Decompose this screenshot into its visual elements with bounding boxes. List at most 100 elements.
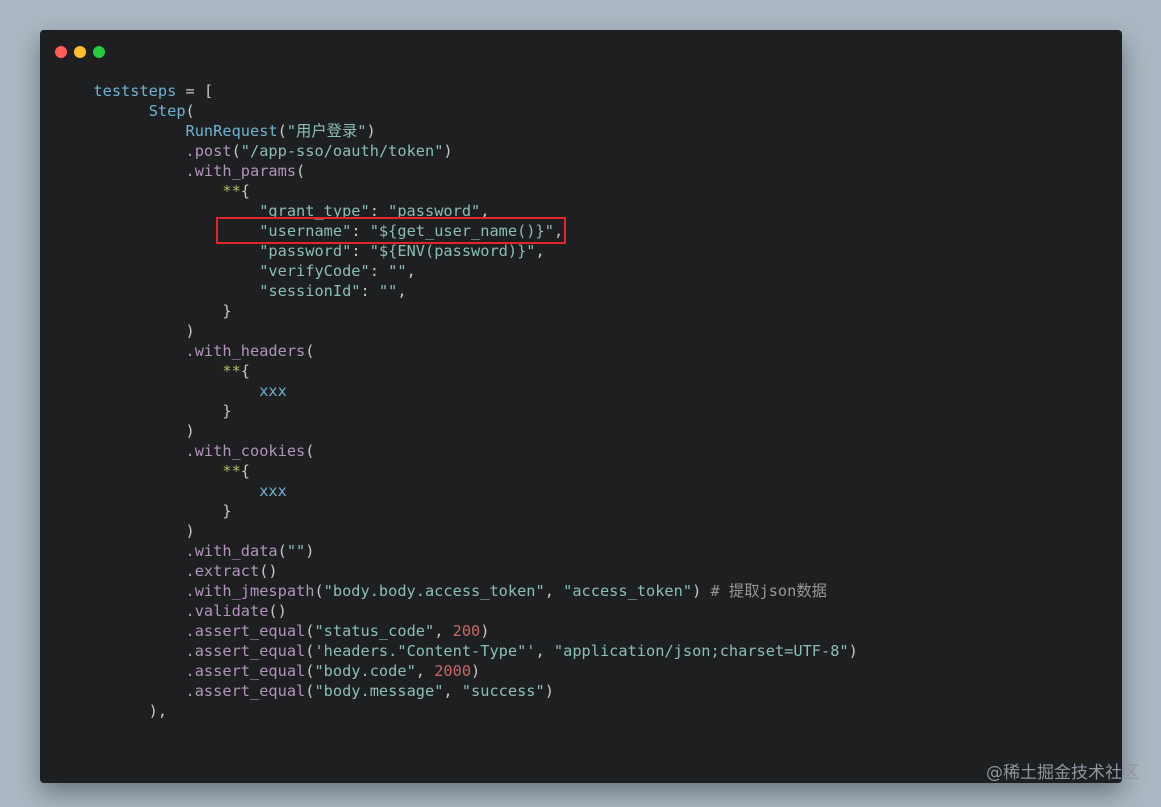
- code-line: }: [75, 501, 858, 521]
- code-line: RunRequest("用户登录"): [75, 121, 858, 141]
- code-token-string: "${ENV(password)}": [369, 242, 536, 260]
- close-dot-icon: [55, 46, 67, 58]
- code-token-string: "sessionId": [259, 282, 361, 300]
- code-line: .with_data(""): [75, 541, 858, 561]
- code-token-method: .assert_equal: [185, 642, 306, 660]
- code-line: .validate(): [75, 601, 858, 621]
- maximize-dot-icon: [93, 46, 105, 58]
- code-token: ,: [406, 262, 416, 280]
- code-token-string: "body.code": [314, 662, 416, 680]
- code-token: ): [544, 682, 554, 700]
- code-token: ): [443, 142, 453, 160]
- code-token: ): [692, 582, 711, 600]
- code-token: ,: [434, 622, 453, 640]
- code-token: ,: [443, 682, 462, 700]
- code-token-identifier: xxx: [259, 482, 287, 500]
- highlight-annotation-box: [216, 217, 566, 244]
- code-token: (: [277, 122, 287, 140]
- code-token-method: .assert_equal: [185, 622, 306, 640]
- code-token: (): [268, 602, 287, 620]
- code-token-string: "password": [259, 242, 352, 260]
- code-token: ): [75, 422, 195, 440]
- code-token: ): [366, 122, 376, 140]
- code-token: {: [240, 182, 250, 200]
- code-token-string: "application/json;charset=UTF-8": [553, 642, 849, 660]
- code-token: (: [314, 582, 324, 600]
- code-line: .assert_equal("status_code", 200): [75, 621, 858, 641]
- code-token: (: [305, 442, 315, 460]
- code-token-string: "status_code": [314, 622, 435, 640]
- code-token: ): [75, 322, 195, 340]
- code-token: ): [471, 662, 481, 680]
- code-token-string: "body.body.access_token": [323, 582, 545, 600]
- code-token: (: [305, 342, 315, 360]
- code-line: }: [75, 301, 858, 321]
- code-token-method: .with_cookies: [185, 442, 306, 460]
- code-token: ): [305, 542, 315, 560]
- code-line: .with_jmespath("body.body.access_token",…: [75, 581, 858, 601]
- code-token-operator: **: [222, 362, 241, 380]
- code-token-string: "success": [461, 682, 545, 700]
- watermark: @稀土掘金技术社区: [986, 763, 1139, 783]
- code-line: "sessionId": "",: [75, 281, 858, 301]
- code-token-string: "": [388, 262, 407, 280]
- code-token-method: .assert_equal: [185, 662, 306, 680]
- code-token-operator: **: [222, 182, 241, 200]
- code-token-identifier: Step: [148, 102, 186, 120]
- code-token-string: "用户登录": [286, 122, 367, 140]
- code-token: ,: [415, 662, 435, 680]
- code-token: {: [240, 362, 250, 380]
- code-token-method: .extract: [185, 562, 260, 580]
- code-token-method: .with_params: [185, 162, 297, 180]
- code-line: .with_headers(: [75, 341, 858, 361]
- code-line: ): [75, 321, 858, 341]
- code-token: {: [240, 462, 250, 480]
- code-token: (: [185, 102, 195, 120]
- code-token: }: [75, 402, 232, 420]
- code-token: :: [351, 242, 370, 260]
- code-token-operator: **: [222, 462, 241, 480]
- code-token: :: [360, 282, 379, 300]
- code-line: ): [75, 421, 858, 441]
- code-line: **{: [75, 461, 858, 481]
- code-token-method: .with_headers: [185, 342, 306, 360]
- code-token: ): [848, 642, 858, 660]
- code-token: }: [75, 302, 232, 320]
- code-line: .with_cookies(: [75, 441, 858, 461]
- code-line: "verifyCode": "",: [75, 261, 858, 281]
- window-controls: [55, 46, 105, 58]
- code-block: teststeps = [ Step( RunRequest("用户登录") .…: [75, 81, 858, 721]
- code-token: ,: [535, 242, 545, 260]
- code-token: = [: [176, 82, 214, 100]
- code-token-method: .post: [185, 142, 232, 160]
- code-line: .assert_equal("body.code", 2000): [75, 661, 858, 681]
- code-token: (: [296, 162, 306, 180]
- code-line: "password": "${ENV(password)}",: [75, 241, 858, 261]
- code-token-string: "": [286, 542, 306, 560]
- code-token-identifier: teststeps: [93, 82, 177, 100]
- code-token-comment: # 提取json数据: [710, 582, 827, 600]
- code-line: .with_params(: [75, 161, 858, 181]
- code-token-method: .validate: [185, 602, 269, 620]
- code-line: .post("/app-sso/oauth/token"): [75, 141, 858, 161]
- code-token-string: "verifyCode": [259, 262, 370, 280]
- code-line: **{: [75, 361, 858, 381]
- code-token-method: .with_data: [185, 542, 278, 560]
- code-token-method: .assert_equal: [185, 682, 306, 700]
- code-line: teststeps = [: [75, 81, 858, 101]
